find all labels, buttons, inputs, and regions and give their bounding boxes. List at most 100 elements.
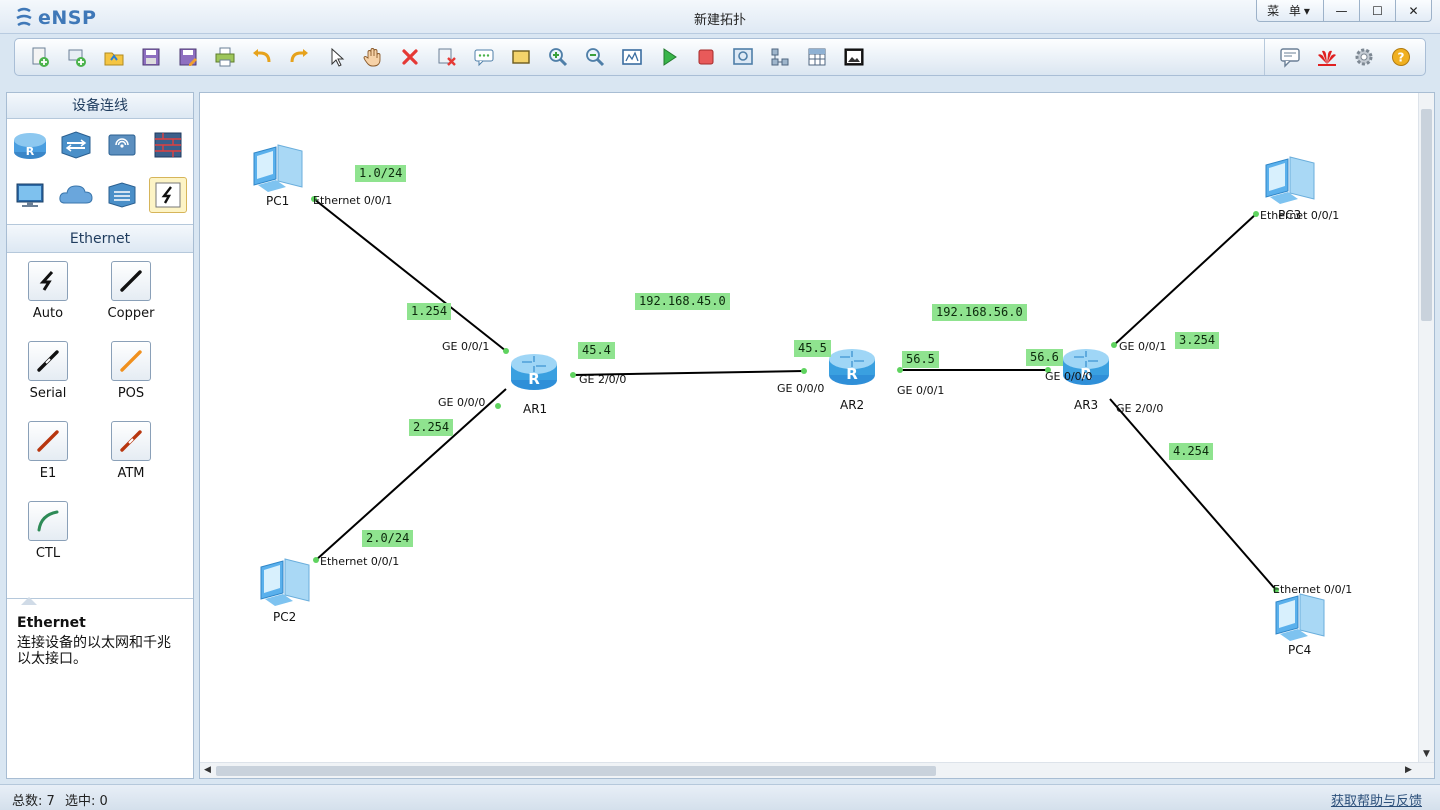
cable-label: Copper: [107, 306, 155, 321]
port-label: GE 0/0/1: [442, 340, 490, 353]
device-switch[interactable]: [57, 127, 95, 163]
address-tag[interactable]: 2.254: [409, 419, 454, 436]
address-tag[interactable]: 56.6: [1026, 349, 1063, 366]
vertical-scrollbar[interactable]: ▼: [1418, 93, 1434, 763]
address-tag[interactable]: 1.0/24: [355, 165, 407, 182]
address-tag[interactable]: 192.168.45.0: [635, 293, 730, 310]
device-firewall[interactable]: [149, 127, 187, 163]
address-tag[interactable]: 1.254: [407, 303, 452, 320]
chat-button[interactable]: [1271, 42, 1308, 72]
new-topology-button[interactable]: [21, 42, 58, 72]
capture-data-button[interactable]: [724, 42, 761, 72]
port-label: Ethernet 0/0/1: [320, 555, 400, 568]
address-tag[interactable]: 4.254: [1169, 443, 1214, 460]
text-annotation-button[interactable]: [465, 42, 502, 72]
topology-canvas[interactable]: PC1 PC2 PC3 PC4 R AR1 R AR2 R AR3 Ethern…: [199, 92, 1435, 779]
settings-icon: [1355, 48, 1372, 66]
address-tag[interactable]: 3.254: [1175, 332, 1220, 349]
cable-ctl[interactable]: CTL: [13, 501, 83, 561]
node-pc1[interactable]: [250, 141, 306, 196]
node-pc2[interactable]: [257, 555, 313, 610]
zoom-out-button[interactable]: [576, 42, 613, 72]
address-tag[interactable]: 56.5: [902, 351, 939, 368]
cable-copper[interactable]: Copper: [96, 261, 166, 321]
open-button[interactable]: [95, 42, 132, 72]
cable-e1[interactable]: E1: [13, 421, 83, 481]
address-tag[interactable]: 2.0/24: [362, 530, 414, 547]
capture-data-icon: [732, 48, 753, 65]
close-button[interactable]: ✕: [1395, 0, 1431, 21]
fit-view-button[interactable]: [613, 42, 650, 72]
device-pc[interactable]: [11, 177, 49, 213]
topology-icon: [771, 48, 788, 66]
node-pc4[interactable]: [1272, 590, 1328, 645]
device-router[interactable]: R: [11, 127, 49, 163]
pan-button[interactable]: [354, 42, 391, 72]
device-wireless[interactable]: [103, 127, 141, 163]
cable-pos[interactable]: POS: [96, 341, 166, 401]
device-cable[interactable]: [149, 177, 187, 213]
grid-button[interactable]: [798, 42, 835, 72]
port-dot: [570, 372, 576, 378]
node-pc3[interactable]: [1262, 153, 1318, 208]
link-ar3-pc4[interactable]: [1109, 398, 1277, 591]
settings-button[interactable]: [1345, 42, 1382, 72]
port-dot: [1253, 211, 1259, 217]
address-tag[interactable]: 192.168.56.0: [932, 304, 1027, 321]
device-section-title: 设备连线: [7, 93, 193, 119]
device-other[interactable]: [103, 177, 141, 213]
status-counts: 总数: 7 选中: 0: [12, 790, 114, 809]
undo-button[interactable]: [243, 42, 280, 72]
scroll-down-icon[interactable]: ▼: [1423, 749, 1430, 759]
maximize-button[interactable]: ☐: [1359, 0, 1395, 21]
vertical-scroll-thumb[interactable]: [1421, 109, 1432, 321]
node-label-pc4: PC4: [1288, 643, 1312, 657]
status-bar: 总数: 7 选中: 0 获取帮助与反馈: [0, 784, 1440, 810]
horizontal-scroll-thumb[interactable]: [216, 766, 936, 776]
pc-icon: [16, 183, 44, 207]
cable-section-title: Ethernet: [7, 225, 193, 253]
topology-button[interactable]: [761, 42, 798, 72]
address-tag[interactable]: 45.4: [578, 342, 615, 359]
help-button[interactable]: ?: [1382, 42, 1419, 72]
print-button[interactable]: [206, 42, 243, 72]
svg-text:R: R: [528, 370, 540, 388]
start-device-button[interactable]: [650, 42, 687, 72]
minimize-button[interactable]: —: [1323, 0, 1359, 21]
node-ar2[interactable]: R: [827, 345, 877, 392]
node-ar1[interactable]: R: [509, 350, 559, 397]
scroll-left-icon[interactable]: ◀: [204, 765, 211, 775]
rectangle-annotation-button[interactable]: [502, 42, 539, 72]
help-feedback-link[interactable]: 获取帮助与反馈: [1331, 790, 1422, 809]
horizontal-scrollbar[interactable]: ◀ ▶: [200, 762, 1434, 778]
scroll-right-icon[interactable]: ▶: [1405, 765, 1412, 775]
total-count: 总数: 7: [12, 794, 55, 809]
select-button[interactable]: [317, 42, 354, 72]
screenshot-button[interactable]: [835, 42, 872, 72]
link-pc1-ar1[interactable]: [313, 198, 507, 352]
node-ar3[interactable]: R: [1061, 345, 1111, 392]
save-as-button[interactable]: [169, 42, 206, 72]
cable-serial[interactable]: Serial: [13, 341, 83, 401]
delete-button[interactable]: [391, 42, 428, 72]
cable-auto[interactable]: Auto: [13, 261, 83, 321]
start-device-icon: [663, 48, 677, 66]
device-cloud[interactable]: [57, 177, 95, 213]
stop-device-button[interactable]: [687, 42, 724, 72]
link-ar3-pc3[interactable]: [1113, 213, 1257, 346]
undo-icon: [252, 49, 270, 63]
address-tag[interactable]: 45.5: [794, 340, 831, 357]
cable-label: CTL: [35, 546, 61, 561]
new-network-button[interactable]: [58, 42, 95, 72]
pos-cable-icon: [120, 350, 142, 372]
pc-icon: [1265, 156, 1315, 204]
node-label-pc1: PC1: [266, 194, 290, 208]
menu-button[interactable]: 菜 单▾: [1257, 0, 1323, 21]
port-label: GE 0/0/1: [1119, 340, 1167, 353]
redo-button[interactable]: [280, 42, 317, 72]
huawei-button[interactable]: [1308, 42, 1345, 72]
cable-atm[interactable]: ATM: [96, 421, 166, 481]
delete-links-button[interactable]: [428, 42, 465, 72]
save-button[interactable]: [132, 42, 169, 72]
zoom-in-button[interactable]: [539, 42, 576, 72]
